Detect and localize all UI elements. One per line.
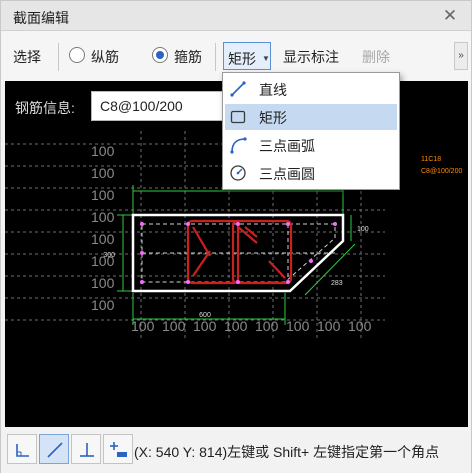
- grid-label: 100: [91, 143, 115, 159]
- dimension-slope: 283: [331, 280, 343, 287]
- select-button[interactable]: 选择: [13, 48, 41, 66]
- grid-label: 100: [131, 318, 155, 334]
- shape-menu: 直线 矩形 三点画弧 三点画圆: [222, 72, 400, 190]
- line-icon: [230, 81, 246, 97]
- grid-label: 100: [193, 318, 217, 334]
- stirrups: [186, 219, 293, 285]
- toolbar-overflow-button[interactable]: »: [454, 42, 468, 70]
- shape-dropdown-value: 矩形: [228, 51, 256, 67]
- menu-item-label: 三点画圆: [259, 166, 315, 182]
- toolbar-divider: [215, 43, 216, 71]
- dimension-right: 100: [357, 226, 369, 233]
- grid-label: 100: [91, 231, 115, 247]
- stirrup-label[interactable]: 箍筋: [174, 48, 202, 66]
- grid-label: 100: [91, 297, 115, 313]
- delete-button[interactable]: 删除: [362, 48, 390, 66]
- orthogonal-button[interactable]: [7, 434, 37, 464]
- longitudinal-label[interactable]: 纵筋: [91, 48, 119, 66]
- menu-item-label: 直线: [259, 82, 287, 98]
- grid-label: 100: [91, 187, 115, 203]
- dimension-left: 300: [103, 252, 115, 259]
- status-bar: (X: 540 Y: 814)左键或 Shift+ 左键指定第一个角点: [1, 429, 471, 473]
- rebar-info-label: 钢筋信息:: [15, 100, 75, 116]
- arc-icon: [230, 137, 247, 154]
- stirrup-radio[interactable]: [152, 47, 168, 63]
- grid-label: 100: [255, 318, 279, 334]
- menu-item-label: 三点画弧: [259, 138, 315, 154]
- menu-item-circle[interactable]: 三点画圆: [225, 160, 397, 186]
- orthogonal-icon: [16, 444, 29, 457]
- dimension-bottom: 600: [199, 312, 211, 319]
- longitudinal-radio[interactable]: [69, 47, 85, 63]
- menu-item-label: 矩形: [259, 110, 287, 126]
- grid-label: 100: [348, 318, 372, 334]
- add-point-button[interactable]: [103, 434, 133, 464]
- shape-dropdown[interactable]: 矩形 ▼: [223, 42, 271, 70]
- chevron-down-icon: ▼: [262, 54, 270, 63]
- menu-item-arc[interactable]: 三点画弧: [225, 132, 397, 158]
- grid-label: 100: [162, 318, 186, 334]
- window-title: 截面编辑: [13, 10, 69, 26]
- show-dimension-button[interactable]: 显示标注: [283, 48, 339, 66]
- coordinate-status: (X: 540 Y: 814)左键或 Shift+ 左键指定第一个角点: [134, 444, 440, 460]
- title-bar: 截面编辑 ✕: [1, 1, 471, 31]
- menu-item-line[interactable]: 直线: [225, 76, 397, 102]
- oblique-icon: [47, 442, 63, 458]
- annotation-stirrup: C8@100/200: [421, 168, 462, 175]
- menu-item-rectangle[interactable]: 矩形: [225, 104, 397, 130]
- grid-label: 100: [91, 165, 115, 181]
- close-icon[interactable]: ✕: [439, 5, 461, 27]
- dimension-lines: [117, 185, 356, 325]
- circle-icon: [230, 165, 246, 181]
- annotation-longitudinal: 11C18: [421, 156, 441, 163]
- grid-label: 100: [317, 318, 341, 334]
- grid-label: 100: [91, 209, 115, 225]
- toolbar-divider: [58, 43, 59, 71]
- grid-label: 100: [286, 318, 310, 334]
- oblique-button[interactable]: [39, 434, 69, 464]
- section-edit-window: 截面编辑 ✕ 选择 纵筋 箍筋 矩形 ▼ 显示标注 删除 » 100 100 1…: [0, 0, 472, 473]
- grid-label: 100: [91, 275, 115, 291]
- add-point-icon: [110, 442, 127, 457]
- perpendicular-button[interactable]: [71, 434, 101, 464]
- grid-label: 100: [224, 318, 248, 334]
- perpendicular-icon: [80, 443, 94, 457]
- rectangle-icon: [230, 110, 246, 124]
